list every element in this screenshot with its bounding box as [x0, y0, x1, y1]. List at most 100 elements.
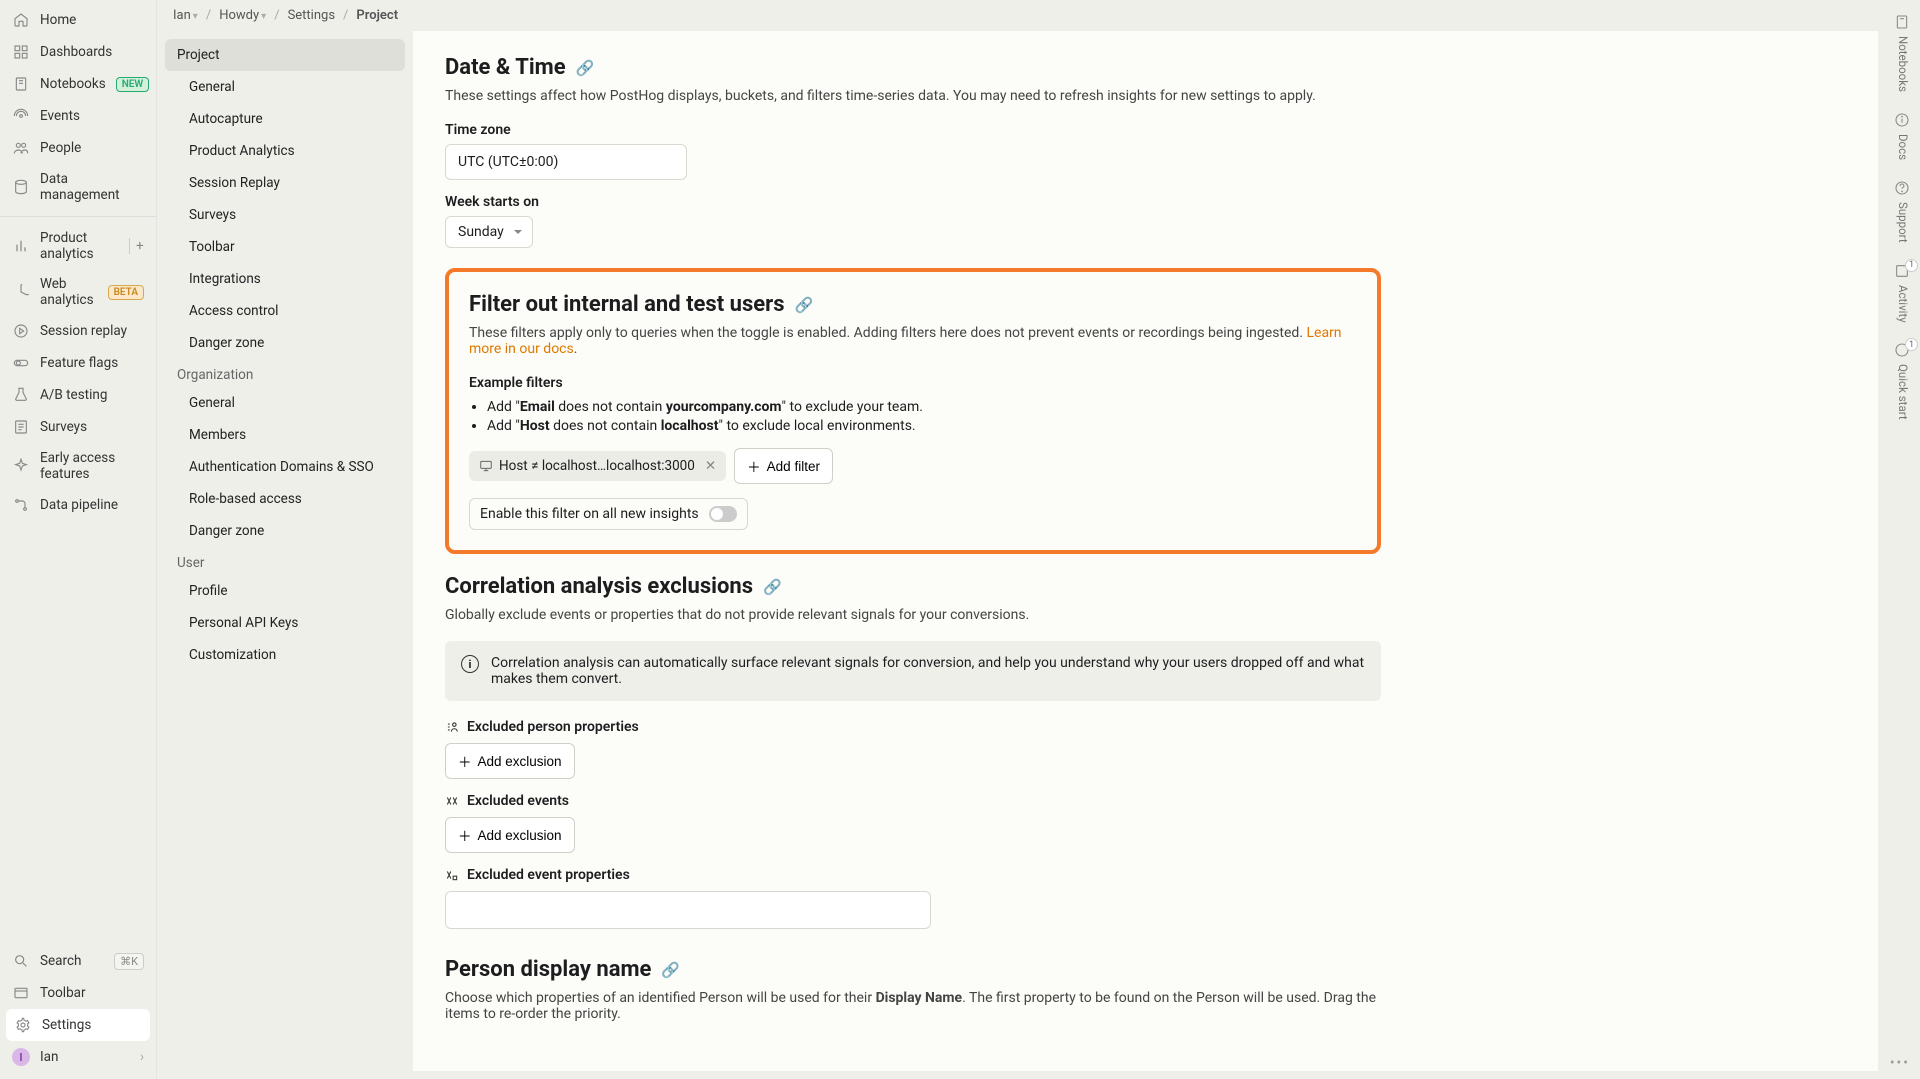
crumb-project[interactable]: Howdy▾	[219, 8, 266, 23]
settings-nav: Project General Autocapture Product Anal…	[157, 31, 413, 1071]
date-time-title: Date & Time 🔗	[445, 55, 1381, 80]
excluded-person-props-head: Excluded person properties	[445, 719, 1381, 735]
sn-auth-sso[interactable]: Authentication Domains & SSO	[165, 451, 405, 483]
nav-label: Home	[40, 12, 76, 28]
sn-autocapture[interactable]: Autocapture	[165, 103, 405, 135]
sn-general[interactable]: General	[165, 71, 405, 103]
sn-product-analytics[interactable]: Product Analytics	[165, 135, 405, 167]
rail-docs[interactable]: Docs	[1894, 112, 1912, 160]
more-icon[interactable]: •••	[1890, 1055, 1910, 1071]
nav-people[interactable]: People	[0, 132, 156, 164]
add-exclusion-button[interactable]: ＋ Add exclusion	[445, 743, 575, 779]
enable-filter-toggle-row: Enable this filter on all new insights	[469, 498, 748, 530]
new-badge: NEW	[116, 77, 150, 92]
crumb-area[interactable]: Settings	[288, 8, 335, 23]
play-icon	[12, 322, 30, 340]
example-filter: Add "Host does not contain localhost" to…	[487, 418, 1357, 434]
nav-data-management[interactable]: Data management	[0, 164, 156, 210]
nav-data-pipeline[interactable]: Data pipeline	[0, 489, 156, 521]
nav-surveys[interactable]: Surveys	[0, 411, 156, 443]
sn-access-control[interactable]: Access control	[165, 295, 405, 327]
sn-org-heading: Organization	[165, 359, 405, 387]
toggle-switch[interactable]	[709, 506, 737, 522]
crumb-page: Project	[356, 8, 398, 23]
rail-support[interactable]: Support	[1894, 180, 1912, 243]
crumb-org[interactable]: Ian▾	[173, 8, 198, 23]
pie-icon	[12, 283, 30, 301]
link-icon[interactable]: 🔗	[661, 961, 680, 979]
nav-label: Session replay	[40, 323, 127, 339]
link-icon[interactable]: 🔗	[576, 59, 595, 77]
nav-label: Product analytics	[40, 230, 119, 262]
sn-integrations[interactable]: Integrations	[165, 263, 405, 295]
excluded-event-props-input[interactable]	[445, 891, 931, 929]
link-icon[interactable]: 🔗	[795, 296, 814, 314]
nav-search[interactable]: Search ⌘K	[0, 945, 156, 977]
toolbar-icon	[12, 984, 30, 1002]
sn-rbac[interactable]: Role-based access	[165, 483, 405, 515]
nav-label: Events	[40, 108, 80, 124]
sn-api-keys[interactable]: Personal API Keys	[165, 607, 405, 639]
plus-icon[interactable]: +	[129, 238, 144, 254]
nav-session-replay[interactable]: Session replay	[0, 315, 156, 347]
sn-profile[interactable]: Profile	[165, 575, 405, 607]
activity-icon: 1	[1894, 263, 1912, 281]
notebook-icon	[12, 75, 30, 93]
sn-toolbar[interactable]: Toolbar	[165, 231, 405, 263]
filter-chip[interactable]: Host ≠ localhost…localhost:3000 ✕	[469, 451, 726, 481]
sn-org-general[interactable]: General	[165, 387, 405, 419]
sn-members[interactable]: Members	[165, 419, 405, 451]
nav-events[interactable]: Events	[0, 100, 156, 132]
rail-activity[interactable]: 1 Activity	[1894, 263, 1912, 323]
sn-org-danger[interactable]: Danger zone	[165, 515, 405, 547]
badge: 1	[1905, 259, 1918, 272]
add-filter-button[interactable]: ＋ Add filter	[734, 448, 833, 484]
example-filter: Add "Email does not contain yourcompany.…	[487, 399, 1357, 415]
sn-project[interactable]: Project	[165, 39, 405, 71]
plus-icon: ＋	[458, 751, 472, 771]
link-icon[interactable]: 🔗	[763, 578, 782, 596]
info-icon	[1894, 112, 1912, 130]
sn-customization[interactable]: Customization	[165, 639, 405, 671]
tz-label: Time zone	[445, 122, 1381, 138]
chevron-right-icon: ›	[140, 1049, 144, 1065]
sn-danger-zone[interactable]: Danger zone	[165, 327, 405, 359]
chevron-down-icon: ▾	[261, 11, 266, 22]
live-icon	[12, 107, 30, 125]
nav-label: Settings	[42, 1017, 91, 1033]
nav-home[interactable]: Home	[0, 4, 156, 36]
nav-label: Dashboards	[40, 44, 112, 60]
nav-label: Ian	[40, 1049, 58, 1065]
rail-notebooks[interactable]: Notebooks	[1894, 14, 1912, 92]
nav-web-analytics[interactable]: Web analytics BETA	[0, 269, 156, 315]
search-icon	[12, 952, 30, 970]
avatar: I	[12, 1048, 30, 1066]
nav-toolbar[interactable]: Toolbar	[0, 977, 156, 1009]
add-exclusion-button[interactable]: ＋ Add exclusion	[445, 817, 575, 853]
bar-chart-icon	[12, 237, 30, 255]
timezone-select[interactable]: UTC (UTC±0:00)	[445, 144, 687, 180]
filter-desc: These filters apply only to queries when…	[469, 325, 1357, 357]
nav-ab-testing[interactable]: A/B testing	[0, 379, 156, 411]
sn-surveys[interactable]: Surveys	[165, 199, 405, 231]
nav-label: Early access features	[40, 450, 144, 482]
nav-feature-flags[interactable]: Feature flags	[0, 347, 156, 379]
nav-early-access[interactable]: Early access features	[0, 443, 156, 489]
sn-session-replay[interactable]: Session Replay	[165, 167, 405, 199]
week-label: Week starts on	[445, 194, 1381, 210]
nav-label: Data management	[40, 171, 144, 203]
nav-user[interactable]: I Ian ›	[0, 1041, 156, 1073]
nav-dashboards[interactable]: Dashboards	[0, 36, 156, 68]
nav-settings[interactable]: Settings	[6, 1009, 150, 1041]
week-select[interactable]: Sunday	[445, 216, 533, 248]
notebook-icon	[1894, 14, 1912, 32]
plus-icon: ＋	[747, 456, 761, 476]
nav-label: Web analytics	[40, 276, 98, 308]
person-display-desc: Choose which properties of an identified…	[445, 990, 1381, 1022]
right-rail: Notebooks Docs Support 1 Activity 1 Quic…	[1886, 0, 1920, 1079]
close-icon[interactable]: ✕	[705, 458, 716, 474]
nav-product-analytics[interactable]: Product analytics +	[0, 223, 156, 269]
nav-notebooks[interactable]: Notebooks NEW	[0, 68, 156, 100]
rail-quick-start[interactable]: 1 Quick start	[1894, 342, 1912, 420]
banner-text: Correlation analysis can automatically s…	[491, 655, 1365, 687]
